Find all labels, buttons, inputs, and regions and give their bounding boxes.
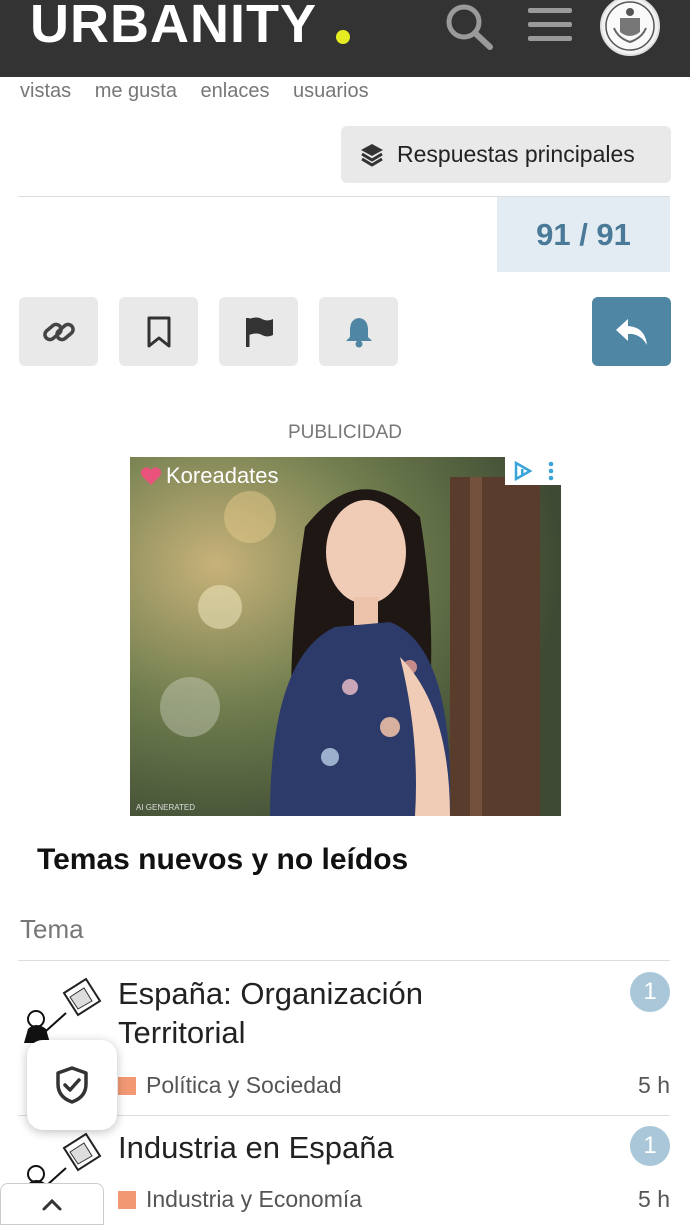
ad-brand: Koreadates <box>140 463 279 489</box>
adchoices-icon <box>514 461 533 481</box>
search-icon[interactable] <box>442 0 496 52</box>
reply-button[interactable] <box>592 297 671 366</box>
bookmark-button[interactable] <box>119 297 198 366</box>
column-header-topic[interactable]: Tema <box>20 914 84 945</box>
logo-dot <box>336 30 350 44</box>
scroll-up-tab[interactable] <box>0 1183 104 1225</box>
hamburger-menu-icon[interactable] <box>527 4 573 44</box>
layers-icon <box>361 143 383 166</box>
topic-stats-row: vistas me gusta enlaces usuarios <box>20 80 387 103</box>
ad-more-icon <box>548 461 553 481</box>
stat-links-label: enlaces <box>200 80 270 102</box>
topic-category[interactable]: Industria y Economía <box>118 1186 362 1213</box>
top-header: URBANITY <box>0 0 690 77</box>
stat-views-label: vistas <box>20 80 72 102</box>
topic-title-link[interactable]: España: Organización Territorial <box>118 974 478 1052</box>
unread-count-badge[interactable]: 1 <box>630 972 670 1012</box>
topic-thumbnail[interactable] <box>20 975 106 1045</box>
unread-count-badge[interactable]: 1 <box>630 1126 670 1166</box>
category-name: Industria y Economía <box>146 1186 363 1212</box>
reply-icon <box>615 318 647 345</box>
shield-check-icon <box>56 1066 88 1104</box>
ad-choices[interactable] <box>505 457 561 485</box>
heart-icon <box>140 467 162 485</box>
link-icon <box>42 322 75 341</box>
flag-button[interactable] <box>219 297 298 366</box>
post-progress-indicator[interactable]: 91 / 91 <box>497 197 670 272</box>
site-logo[interactable]: URBANITY <box>30 0 317 54</box>
topic-category[interactable]: Política y Sociedad <box>118 1072 342 1099</box>
top-replies-label: Respuestas principales <box>397 141 635 167</box>
category-name: Política y Sociedad <box>146 1072 342 1098</box>
bell-icon <box>345 317 372 347</box>
ad-label: PUBLICIDAD <box>287 422 403 443</box>
topic-title-link[interactable]: Industria en España <box>118 1128 478 1167</box>
top-replies-button[interactable]: Respuestas principales <box>341 126 671 183</box>
chevron-up-icon <box>42 1198 62 1211</box>
ad-banner[interactable]: Koreadates AI GENERATED <box>130 457 561 816</box>
share-link-button[interactable] <box>19 297 98 366</box>
notification-button[interactable] <box>319 297 398 366</box>
privacy-shield-button[interactable] <box>27 1040 117 1130</box>
category-color-square <box>118 1190 136 1209</box>
ad-footer: AI GENERATED <box>136 803 195 812</box>
crest-icon <box>605 1 655 51</box>
ad-brand-name: Koreadates <box>166 463 279 488</box>
divider <box>18 960 670 961</box>
topic-activity-time[interactable]: 5 h <box>638 1072 670 1099</box>
flag-icon <box>245 317 273 347</box>
stat-likes-label: me gusta <box>94 80 177 102</box>
category-color-square <box>118 1076 136 1095</box>
bookmark-icon <box>147 316 170 347</box>
topic-activity-time[interactable]: 5 h <box>638 1186 670 1213</box>
user-avatar[interactable] <box>600 0 660 56</box>
ad-photo <box>130 457 561 816</box>
stat-users-label: usuarios <box>293 80 369 102</box>
section-title: Temas nuevos y no leídos <box>37 843 409 876</box>
